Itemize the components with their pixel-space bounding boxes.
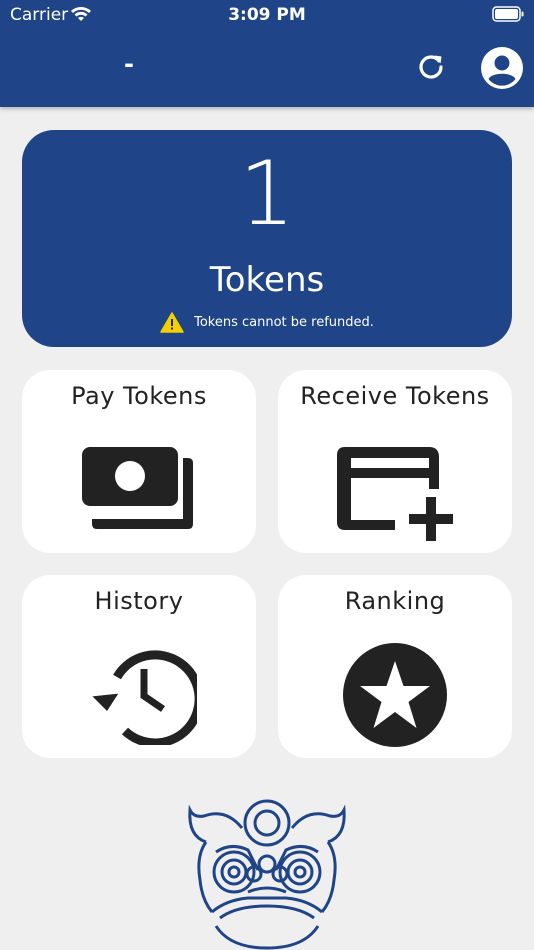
money-icon <box>82 447 193 529</box>
refresh-icon <box>419 55 443 79</box>
refund-notice: Tokens cannot be refunded. <box>22 312 512 333</box>
token-balance-card: 1 Tokens Tokens cannot be refunded. <box>22 130 512 347</box>
warning-icon <box>160 312 184 333</box>
star-circle-icon <box>343 643 447 747</box>
status-bar: Carrier 3:09 PM <box>0 0 534 32</box>
token-balance-value: 1 <box>239 142 295 245</box>
profile-button[interactable] <box>480 46 524 90</box>
history-button[interactable]: History <box>22 575 256 758</box>
refresh-button[interactable] <box>416 52 446 82</box>
pay-tokens-button[interactable]: Pay Tokens <box>22 370 256 553</box>
page-title: - <box>124 50 134 78</box>
card-add-icon <box>337 447 453 541</box>
ranking-label: Ranking <box>344 587 446 615</box>
status-time: 3:09 PM <box>228 5 306 25</box>
app-header: Carrier 3:09 PM - <box>0 0 534 107</box>
pay-tokens-label: Pay Tokens <box>71 382 207 410</box>
history-icon <box>92 650 197 745</box>
ranking-button[interactable]: Ranking <box>278 575 512 758</box>
receive-tokens-label: Receive Tokens <box>300 382 490 410</box>
receive-tokens-button[interactable]: Receive Tokens <box>278 370 512 553</box>
lion-mascot-logo <box>188 799 346 950</box>
battery-icon <box>492 6 524 26</box>
refund-notice-text: Tokens cannot be refunded. <box>194 315 374 330</box>
account-circle-icon <box>481 47 523 89</box>
history-label: History <box>94 587 184 615</box>
token-balance-unit: Tokens <box>209 260 325 300</box>
